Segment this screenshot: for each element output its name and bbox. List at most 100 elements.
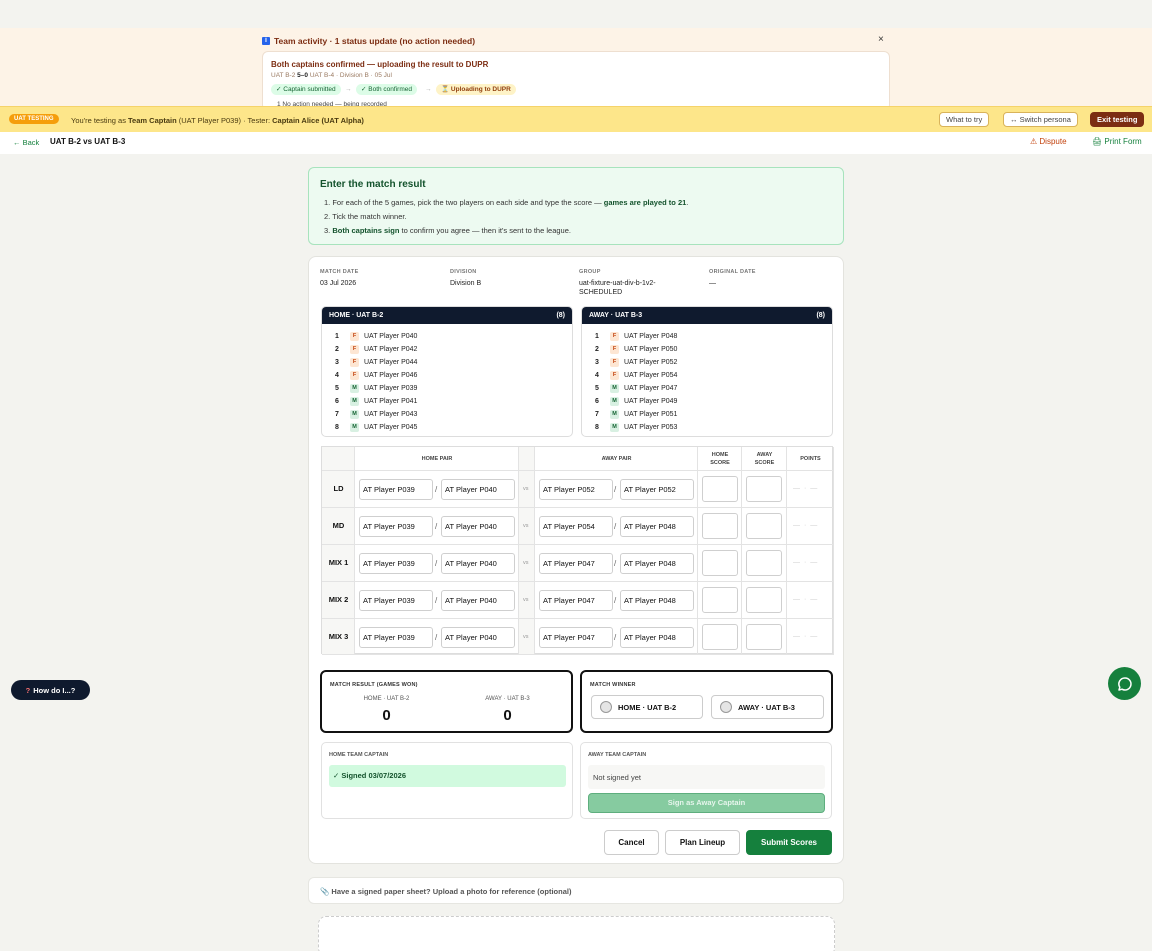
player-name: UAT Player P043 bbox=[364, 411, 418, 418]
close-icon[interactable]: × bbox=[878, 34, 884, 45]
division-value: Division B bbox=[450, 280, 482, 287]
winner-home-label: HOME · UAT B-2 bbox=[618, 702, 677, 712]
plan-lineup-button[interactable]: Plan Lineup bbox=[665, 830, 740, 855]
instructions-panel: Enter the match result 1. For each of th… bbox=[308, 167, 844, 245]
pair-separator: / bbox=[435, 485, 438, 494]
away-score-input[interactable] bbox=[746, 550, 782, 576]
radio-icon bbox=[600, 701, 612, 713]
home-player-1-select[interactable]: AT Player P039 bbox=[359, 553, 433, 574]
away-player-2-select[interactable]: AT Player P048 bbox=[620, 590, 694, 611]
home-player-1-select[interactable]: AT Player P039 bbox=[359, 479, 433, 500]
away-score-input[interactable] bbox=[746, 587, 782, 613]
player-name: UAT Player P054 bbox=[624, 372, 678, 379]
away-player-2-select[interactable]: AT Player P048 bbox=[620, 553, 694, 574]
home-player-2-select[interactable]: AT Player P040 bbox=[441, 590, 515, 611]
home-score-input[interactable] bbox=[702, 513, 738, 539]
match-winner-label: MATCH WINNER bbox=[590, 682, 636, 688]
away-games-won: 0 bbox=[503, 707, 512, 724]
away-roster-row: 3 F UAT Player P052 bbox=[595, 356, 677, 369]
exit-testing-button[interactable]: Exit testing bbox=[1090, 112, 1145, 127]
gender-badge: F bbox=[610, 332, 619, 341]
back-link[interactable]: ← Back bbox=[13, 138, 39, 147]
away-player-2-select[interactable]: AT Player P048 bbox=[620, 627, 694, 648]
winner-home-option[interactable]: HOME · UAT B-2 bbox=[591, 695, 703, 719]
player-number: 1 bbox=[595, 333, 599, 340]
page-title: UAT B-2 vs UAT B-3 bbox=[50, 137, 126, 146]
activity-card-meta: UAT B-2 5–0 UAT B-4 · Division B · 05 Ju… bbox=[271, 72, 392, 79]
home-score-input[interactable] bbox=[702, 550, 738, 576]
player-number: 1 bbox=[335, 333, 339, 340]
player-number: 3 bbox=[595, 359, 599, 366]
away-captain-label: AWAY TEAM CAPTAIN bbox=[588, 752, 647, 758]
instruction-step-1: 1. For each of the 5 games, pick the two… bbox=[324, 198, 688, 207]
home-roster-row: 2 F UAT Player P042 bbox=[335, 343, 417, 356]
home-player-1-select[interactable]: AT Player P039 bbox=[359, 516, 433, 537]
player-number: 6 bbox=[595, 398, 599, 405]
games-table: HOME PAIR AWAY PAIR HOME SCORE AWAY SCORE POIN… bbox=[321, 446, 834, 655]
away-score-header-1: AWAY bbox=[756, 452, 773, 458]
home-score-input[interactable] bbox=[702, 624, 738, 650]
player-name: UAT Player P041 bbox=[364, 398, 418, 405]
player-name: UAT Player P047 bbox=[624, 385, 678, 392]
home-player-2-select[interactable]: AT Player P040 bbox=[441, 627, 515, 648]
uat-testing-bar: UAT TESTING You're testing as Team Capta… bbox=[0, 106, 1152, 132]
gender-badge: F bbox=[610, 345, 619, 354]
away-player-2-select[interactable]: AT Player P048 bbox=[620, 516, 694, 537]
match-form-card: MATCH DATE 03 Jul 2026 DIVISION Division… bbox=[308, 256, 844, 864]
home-games-won: 0 bbox=[382, 707, 391, 724]
home-player-2-select[interactable]: AT Player P040 bbox=[441, 516, 515, 537]
away-score-input[interactable] bbox=[746, 624, 782, 650]
gender-badge: M bbox=[610, 410, 619, 419]
away-score-input[interactable] bbox=[746, 476, 782, 502]
what-to-try-button[interactable]: What to try bbox=[939, 112, 990, 127]
home-player-2-select[interactable]: AT Player P040 bbox=[441, 553, 515, 574]
switch-persona-button[interactable]: ↔ Switch persona bbox=[1003, 112, 1078, 127]
arrow-icon: → bbox=[345, 86, 352, 93]
player-name: UAT Player P046 bbox=[364, 372, 418, 379]
away-player-2-select[interactable]: AT Player P052 bbox=[620, 479, 694, 500]
dispute-link[interactable]: ⚠ Dispute bbox=[1030, 137, 1067, 146]
away-player-1-select[interactable]: AT Player P047 bbox=[539, 627, 613, 648]
meta-home: UAT B-2 bbox=[271, 72, 296, 79]
home-player-1-select[interactable]: AT Player P039 bbox=[359, 627, 433, 648]
away-score-input[interactable] bbox=[746, 513, 782, 539]
home-roster-row: 6 M UAT Player P041 bbox=[335, 395, 417, 408]
home-score-input[interactable] bbox=[702, 476, 738, 502]
away-player-1-select[interactable]: AT Player P054 bbox=[539, 516, 613, 537]
home-roster-row: 3 F UAT Player P044 bbox=[335, 356, 417, 369]
activity-card: Both captains confirmed — uploading the … bbox=[262, 51, 890, 111]
home-score-input[interactable] bbox=[702, 587, 738, 613]
home-player-1-select[interactable]: AT Player P039 bbox=[359, 590, 433, 611]
away-roster-row: 8 M UAT Player P053 bbox=[595, 421, 677, 434]
uat-badge: UAT TESTING bbox=[9, 114, 59, 124]
pair-separator: / bbox=[614, 559, 617, 568]
chip-both-confirmed: ✓ Both confirmed bbox=[356, 84, 417, 95]
away-player-1-select[interactable]: AT Player P047 bbox=[539, 553, 613, 574]
gender-badge: F bbox=[350, 358, 359, 367]
chip-captain-submitted: ✓ Captain submitted bbox=[271, 84, 341, 95]
player-number: 3 bbox=[335, 359, 339, 366]
arrow-icon: → bbox=[425, 86, 432, 93]
winner-away-option[interactable]: AWAY · UAT B-3 bbox=[711, 695, 824, 719]
step1-bold: games are played to 21 bbox=[603, 198, 687, 207]
points-placeholder: — · — bbox=[793, 633, 819, 640]
activity-header: i Team activity · 1 status update (no ac… bbox=[262, 36, 475, 46]
home-player-2-select[interactable]: AT Player P040 bbox=[441, 479, 515, 500]
uat-role: Team Captain bbox=[128, 116, 177, 125]
away-player-1-select[interactable]: AT Player P047 bbox=[539, 590, 613, 611]
sign-away-captain-button[interactable]: Sign as Away Captain bbox=[588, 793, 825, 813]
player-name: UAT Player P050 bbox=[624, 346, 678, 353]
player-number: 4 bbox=[595, 372, 599, 379]
home-roster-title: HOME · UAT B-2 bbox=[329, 312, 384, 319]
chat-button[interactable] bbox=[1108, 667, 1141, 700]
away-player-1-select[interactable]: AT Player P052 bbox=[539, 479, 613, 500]
player-number: 4 bbox=[335, 372, 339, 379]
player-number: 7 bbox=[335, 411, 339, 418]
pair-separator: / bbox=[614, 596, 617, 605]
photo-dropzone[interactable] bbox=[318, 916, 835, 951]
cancel-button[interactable]: Cancel bbox=[604, 830, 659, 855]
upload-photo-panel[interactable]: 📎 Have a signed paper sheet? Upload a ph… bbox=[308, 877, 844, 904]
how-do-i-button[interactable]: ? How do I...? bbox=[11, 680, 90, 700]
submit-scores-button[interactable]: Submit Scores bbox=[746, 830, 832, 855]
print-form-link[interactable]: 🖨 Print Form bbox=[1092, 137, 1142, 146]
